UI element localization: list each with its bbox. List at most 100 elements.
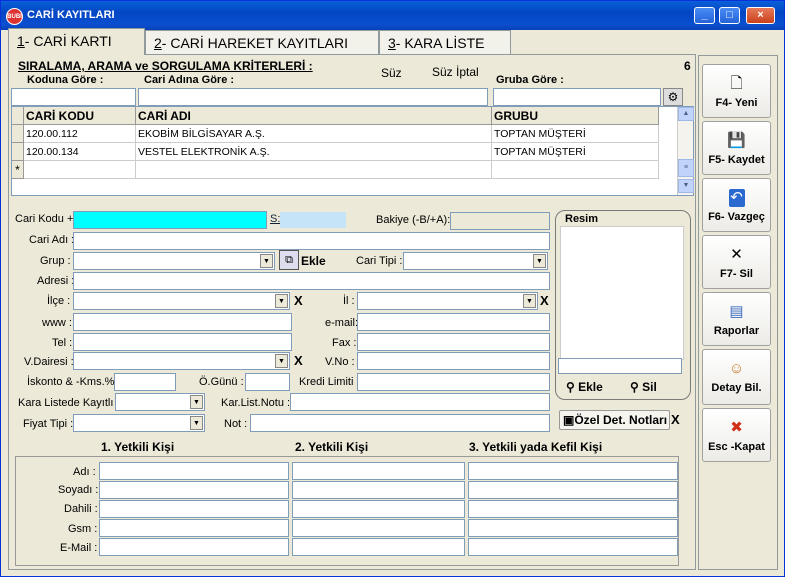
minimize-button[interactable]: _ [694, 7, 715, 24]
yetkili1-dahili-input[interactable] [99, 500, 289, 518]
fiyat-tipi-select[interactable]: ▼ [73, 414, 205, 432]
kredi-limiti-input[interactable] [357, 373, 550, 391]
s-field[interactable] [280, 212, 346, 228]
cari-tipi-select[interactable]: ▼ [403, 252, 548, 270]
new-button[interactable]: 🗋 F4- Yeni [702, 64, 771, 118]
chevron-down-icon[interactable]: ▼ [260, 254, 273, 268]
grup-ekle-button[interactable]: Ekle [301, 254, 326, 268]
maximize-button[interactable]: □ [719, 7, 740, 24]
yetkili1-email-input[interactable] [99, 538, 289, 556]
ogunu-input[interactable] [245, 373, 290, 391]
app-logo-icon: BUBI [6, 8, 23, 25]
ilce-clear-icon[interactable]: X [294, 293, 303, 308]
name-filter-input[interactable] [138, 88, 488, 106]
cari-adi-input[interactable] [73, 232, 550, 250]
grid-header-name[interactable]: CARİ ADI [136, 107, 492, 125]
detail-button[interactable]: ☺ Detay Bil. [702, 349, 771, 405]
yetkili3-adi-input[interactable] [468, 462, 678, 480]
yetkili1-adi-input[interactable] [99, 462, 289, 480]
resim-path-field[interactable] [558, 358, 682, 374]
yetkili3-soyadi-input[interactable] [468, 481, 678, 499]
scroll-thumb[interactable]: ≡ [678, 159, 694, 177]
cari-kodu-input[interactable] [73, 211, 267, 229]
close-window-button[interactable]: × [746, 7, 775, 24]
grid-cell[interactable] [492, 161, 659, 179]
grid-cell[interactable]: EKOBİM BİLGİSAYAR A.Ş. [136, 125, 492, 143]
grup-select[interactable]: ▼ [73, 252, 275, 270]
tab-cari-hareket[interactable]: 2- CARİ HAREKET KAYITLARI [145, 30, 379, 54]
not-input[interactable] [250, 414, 550, 432]
chevron-down-icon[interactable]: ▼ [275, 294, 288, 308]
group-pick-icon[interactable]: ⚙ [663, 88, 683, 106]
yetkili3-gsm-input[interactable] [468, 519, 678, 537]
chevron-down-icon[interactable]: ▼ [275, 354, 288, 368]
delete-button[interactable]: ✕ F7- Sil [702, 235, 771, 289]
email-input[interactable] [357, 313, 550, 331]
ozel-det-notlari-button[interactable]: ▣Özel Det. Notları [559, 410, 670, 430]
code-filter-input[interactable] [11, 88, 136, 106]
ilce-select[interactable]: ▼ [73, 292, 290, 310]
yetkili3-dahili-input[interactable] [468, 500, 678, 518]
vdairesi-clear-icon[interactable]: X [294, 353, 303, 368]
ozel-clear-icon[interactable]: X [671, 412, 680, 427]
fax-input[interactable] [357, 333, 550, 351]
resim-sil-button[interactable]: ⚲ Sil [630, 380, 657, 394]
grid-cell[interactable]: 120.00.112 [24, 125, 136, 143]
group-add-icon[interactable]: ⧉ [279, 250, 299, 270]
cari-tipi-label: Cari Tipi : [356, 255, 403, 267]
yetkili3-email-input[interactable] [468, 538, 678, 556]
scroll-down-icon[interactable]: ▼ [678, 179, 694, 193]
group-filter-input[interactable] [493, 88, 661, 106]
cancel-button[interactable]: ↶ F6- Vazgeç [702, 178, 771, 232]
resim-ekle-button[interactable]: ⚲ Ekle [566, 380, 603, 394]
grid-header-code[interactable]: CARİ KODU [24, 107, 136, 125]
chevron-down-icon[interactable]: ▼ [190, 416, 203, 430]
grid-cell[interactable]: TOPTAN MÜŞTERİ [492, 143, 659, 161]
yetkili2-soyadi-input[interactable] [292, 481, 465, 499]
tab-cari-karti[interactable]: 1- CARİ KARTI [8, 28, 145, 55]
yetkili2-gsm-input[interactable] [292, 519, 465, 537]
yetkili2-email-input[interactable] [292, 538, 465, 556]
reports-button[interactable]: ▤ Raporlar [702, 292, 771, 346]
grid-cell[interactable] [24, 161, 136, 179]
filter-cancel-button[interactable]: Süz İptal [432, 65, 479, 79]
tab-kara-liste[interactable]: 3- KARA LİSTE [379, 30, 511, 54]
kar-list-notu-input[interactable] [290, 393, 550, 411]
yetkili2-dahili-input[interactable] [292, 500, 465, 518]
yetkili-gsm-label: Gsm : [68, 523, 98, 535]
add-image-icon: ⚲ [566, 380, 579, 394]
adresi-input[interactable] [73, 272, 550, 290]
grid-cell[interactable] [136, 161, 492, 179]
close-button[interactable]: ✖ Esc -Kapat [702, 408, 771, 462]
kara-liste-select[interactable]: ▼ [115, 393, 205, 411]
yetkili1-gsm-input[interactable] [99, 519, 289, 537]
il-clear-icon[interactable]: X [540, 293, 549, 308]
grid-cell[interactable]: VESTEL ELEKTRONİK A.Ş. [136, 143, 492, 161]
cari-kodu-label: Cari Kodu + [15, 213, 74, 225]
reports-label: Raporlar [713, 325, 760, 337]
vno-input[interactable] [357, 352, 550, 370]
main-window: BUBI CARİ KAYITLARI _ □ × 1- CARİ KARTI … [0, 0, 785, 577]
resim-panel: Resim ⚲ Ekle ⚲ Sil [555, 210, 691, 400]
grid-cell[interactable]: TOPTAN MÜŞTERİ [492, 125, 659, 143]
yetkili2-adi-input[interactable] [292, 462, 465, 480]
grid-scrollbar[interactable]: ▲ ≡ ▼ [677, 107, 694, 195]
chevron-down-icon[interactable]: ▼ [523, 294, 536, 308]
vdairesi-select[interactable]: ▼ [73, 352, 290, 370]
iskonto-input[interactable] [114, 373, 176, 391]
filter-button[interactable]: Süz [381, 66, 402, 80]
www-input[interactable] [73, 313, 292, 331]
grid-header-group[interactable]: GRUBU [492, 107, 659, 125]
chevron-down-icon[interactable]: ▼ [190, 395, 203, 409]
bakiye-label: Bakiye (-B/+A): [376, 214, 451, 226]
tel-input[interactable] [73, 333, 292, 351]
scroll-up-icon[interactable]: ▲ [678, 107, 694, 121]
il-select[interactable]: ▼ [357, 292, 538, 310]
chevron-down-icon[interactable]: ▼ [533, 254, 546, 268]
yetkili1-soyadi-input[interactable] [99, 481, 289, 499]
grid-cell[interactable]: 120.00.134 [24, 143, 136, 161]
notes-icon: ▣ [563, 413, 575, 427]
yetkili-3-header: 3. Yetkili yada Kefil Kişi [469, 440, 603, 454]
save-button[interactable]: 💾 F5- Kaydet [702, 121, 771, 175]
undo-icon: ↶ [728, 189, 745, 207]
